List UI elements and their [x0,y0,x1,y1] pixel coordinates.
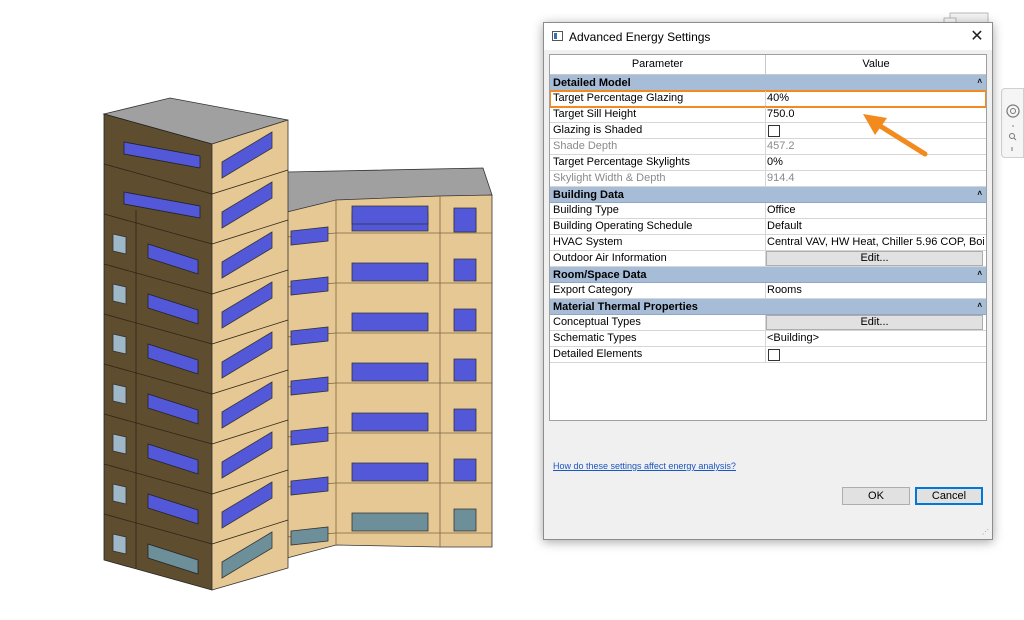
property-row[interactable]: Detailed Elements [550,347,986,363]
collapse-caret-icon[interactable]: ˄ [977,75,982,89]
advanced-energy-settings-dialog: Advanced Energy Settings ✕ Parameter Val… [543,22,993,540]
window [351,362,429,382]
window [351,312,429,332]
property-row[interactable]: Export Category Rooms [550,283,986,299]
property-row[interactable]: Outdoor Air Information Edit... [550,251,986,267]
window [351,262,429,282]
parameter-name: Conceptual Types [550,315,766,330]
parameter-name: Target Sill Height [550,107,766,122]
group-header-building-data[interactable]: Building Data ˄ [550,187,986,203]
window [453,258,477,282]
parameter-name: Detailed Elements [550,347,766,362]
property-row[interactable]: HVAC System Central VAV, HW Heat, Chiller… [550,235,986,251]
parameter-name: Skylight Width & Depth [550,171,766,186]
window [112,483,127,505]
parameter-name: Outdoor Air Information [550,251,766,266]
edit-button[interactable]: Edit... [766,251,983,266]
window [112,283,127,305]
window [112,383,127,405]
window [453,458,477,482]
window [351,412,429,432]
value-cell [766,347,984,362]
arrow-pointer-icon [863,114,928,157]
value-cell[interactable]: Central VAV, HW Heat, Chiller 5.96 COP, … [766,235,984,250]
value-cell[interactable]: Default [766,219,984,234]
dialog-title: Advanced Energy Settings [569,30,711,44]
window [453,358,477,382]
window [112,533,127,555]
parameter-name: Building Type [550,203,766,218]
parameter-name: Glazing is Shaded [550,123,766,138]
checkbox[interactable] [768,349,780,361]
group-label: Room/Space Data [553,269,647,281]
group-header-room-space-data[interactable]: Room/Space Data ˄ [550,267,986,283]
property-row[interactable]: Building Operating Schedule Default [550,219,986,235]
parameter-name: Building Operating Schedule [550,219,766,234]
window [351,512,429,532]
close-icon[interactable]: ✕ [962,23,992,50]
parameter-name: HVAC System [550,235,766,250]
parameter-name: Shade Depth [550,139,766,154]
collapse-caret-icon[interactable]: ˄ [977,187,982,201]
window [351,205,429,225]
value-cell[interactable]: Rooms [766,283,984,298]
window [112,433,127,455]
help-link[interactable]: How do these settings affect energy anal… [553,461,736,471]
value-cell[interactable]: Office [766,203,984,218]
dialog-app-icon [552,31,563,41]
dialog-titlebar[interactable]: Advanced Energy Settings ✕ [544,23,992,50]
parameter-name: Target Percentage Skylights [550,155,766,170]
window [112,233,127,255]
window [453,508,477,532]
resize-grip-icon[interactable]: ⋰ [982,529,990,537]
parameter-name: Export Category [550,283,766,298]
collapse-caret-icon[interactable]: ˄ [977,299,982,313]
group-label: Material Thermal Properties [553,301,698,313]
window [112,333,127,355]
parameter-name: Target Percentage Glazing [550,91,766,106]
navigation-wheel-icon[interactable] [1001,88,1024,158]
value-cell[interactable]: <Building> [766,331,984,346]
parameter-name: Schematic Types [550,331,766,346]
column-header-value[interactable]: Value [766,55,986,74]
property-row[interactable]: Skylight Width & Depth 914.4 [550,171,986,187]
window [453,408,477,432]
building-model [102,97,493,591]
column-header-parameter[interactable]: Parameter [550,55,766,74]
edit-button[interactable]: Edit... [766,315,983,330]
group-label: Building Data [553,189,624,201]
ok-button[interactable]: OK [842,487,910,505]
value-cell[interactable]: 40% [766,91,984,106]
property-row[interactable]: Schematic Types <Building> [550,331,986,347]
property-row[interactable]: Building Type Office [550,203,986,219]
property-row[interactable]: Conceptual Types Edit... [550,315,986,331]
property-row[interactable]: Target Percentage Glazing 40% [550,90,986,108]
value-cell[interactable]: 914.4 [766,171,984,186]
collapse-caret-icon[interactable]: ˄ [977,267,982,281]
window [351,462,429,482]
group-label: Detailed Model [553,77,631,89]
checkbox[interactable] [768,125,780,137]
window [453,308,477,332]
window [453,207,477,233]
grid-header: Parameter Value [550,55,986,75]
cancel-button[interactable]: Cancel [915,487,983,505]
group-header-detailed-model[interactable]: Detailed Model ˄ [550,75,986,91]
group-header-material-thermal-properties[interactable]: Material Thermal Properties ˄ [550,299,986,315]
